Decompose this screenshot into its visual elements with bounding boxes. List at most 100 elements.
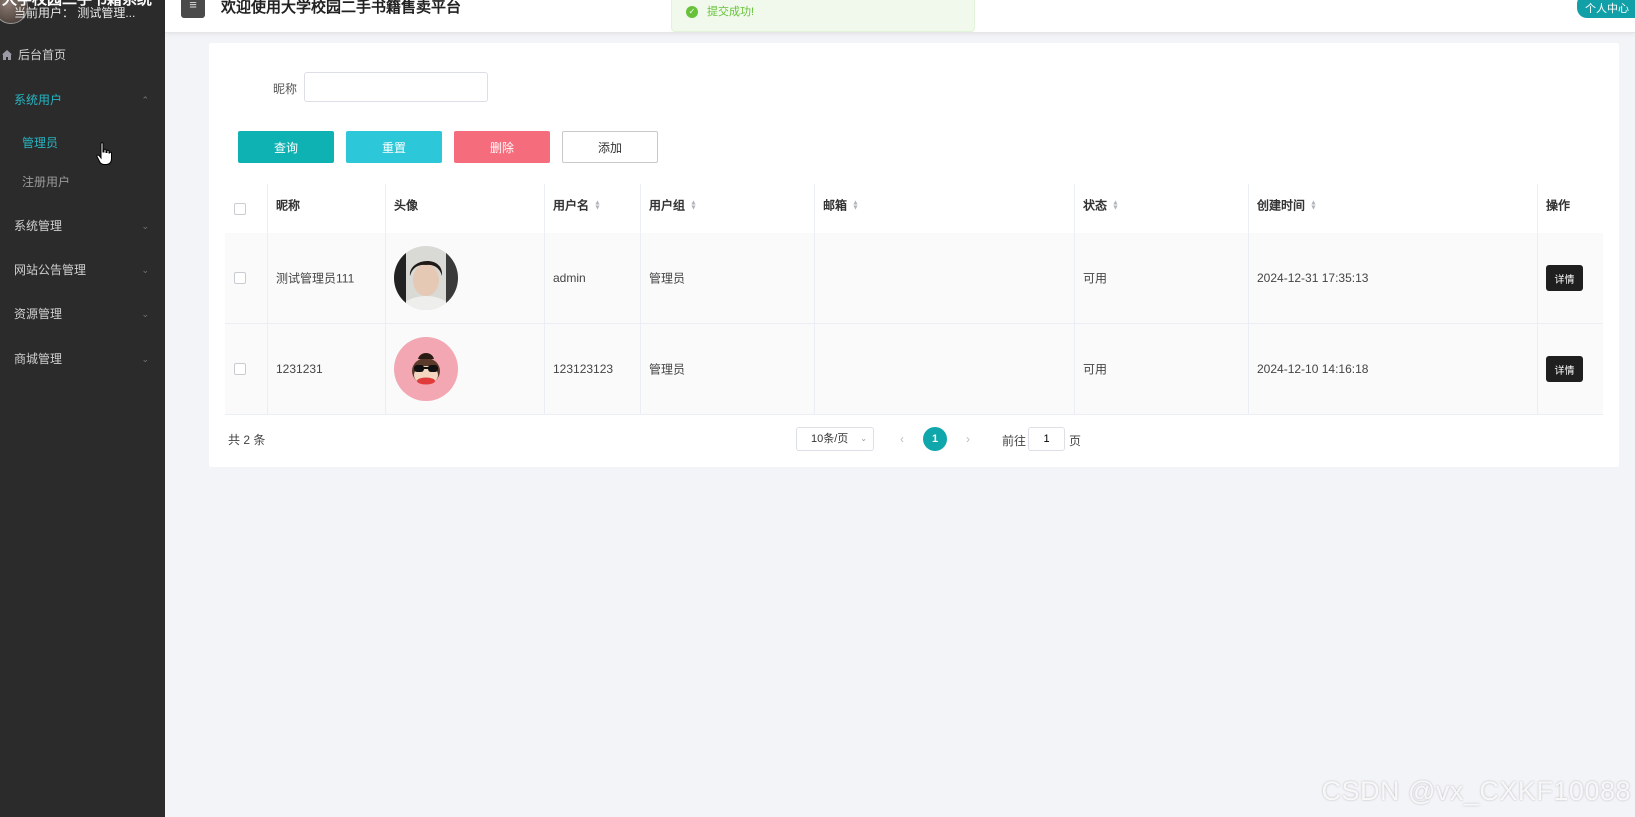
sidebar-item-mall[interactable]: 商城管理 ⌄ [0, 344, 165, 374]
page-size-select[interactable]: 10条/页 ⌄ [796, 427, 874, 451]
username-cell: admin [545, 233, 641, 323]
header-cell-select [225, 184, 268, 233]
sort-icon[interactable]: ▲ ▼ [594, 200, 601, 212]
current-user: 当前用户： 测试管理... [14, 6, 136, 20]
header-cell-nickname: 昵称 [268, 184, 386, 233]
table-row: 1231231 123123123 管理员 可用 2024-12-10 14:1… [225, 324, 1603, 415]
action-cell: 详情 [1538, 324, 1603, 414]
monkey-cartoon-icon [394, 337, 458, 401]
menu-toggle-icon[interactable]: ≡ [181, 0, 205, 18]
success-toast: ✓ 提交成功! [671, 0, 975, 32]
main-card: 昵称 查询 重置 删除 添加 昵称 头像 用户名 ▲ ▼ 用户组 ▲ ▼ 邮箱 ▲ ▼ [209, 43, 1619, 467]
person-photo-icon [394, 246, 458, 310]
sidebar-item-label: 网站公告管理 [14, 263, 87, 277]
column-header: 创建时间 [1257, 198, 1306, 213]
add-button[interactable]: 添加 [562, 131, 658, 163]
top-header: ≡ 欢迎使用大学校园二手书籍售卖平台 ✓ 提交成功! 个人中心 [165, 0, 1635, 33]
header-cell-action: 操作 [1538, 184, 1603, 233]
header-cell-group[interactable]: 用户组 ▲ ▼ [641, 184, 815, 233]
column-header-wrap: 状态 ▲ ▼ [1083, 196, 1119, 213]
status-cell: 可用 [1075, 233, 1249, 323]
hand-cursor-icon [96, 142, 112, 165]
row-select-cell [225, 324, 268, 414]
header-cell-avatar: 头像 [386, 184, 545, 233]
email-cell [815, 233, 1075, 323]
sidebar-item-label: 商城管理 [14, 352, 63, 366]
sidebar-item-label: 后台首页 [18, 48, 67, 62]
nickname-search-input[interactable] [304, 72, 488, 102]
nickname-value: 1231231 [276, 362, 323, 376]
sidebar-item-resources[interactable]: 资源管理 ⌄ [0, 299, 165, 329]
row-checkbox[interactable] [234, 363, 246, 375]
check-circle-icon: ✓ [686, 6, 698, 18]
avatar [394, 337, 458, 401]
reset-button[interactable]: 重置 [346, 131, 442, 163]
next-page-button[interactable]: › [966, 427, 970, 451]
prev-page-button[interactable]: ‹ [900, 427, 904, 451]
table-header-row: 昵称 头像 用户名 ▲ ▼ 用户组 ▲ ▼ 邮箱 ▲ ▼ 状态 ▲ ▼ 创建时间 ▲ ▼ 操作 [225, 184, 1603, 234]
group-value: 管理员 [649, 362, 686, 377]
avatar [394, 246, 458, 310]
sidebar-item-label: 系统用户 [14, 93, 63, 107]
toast-message: 提交成功! [707, 6, 755, 18]
column-header-wrap: 用户名 ▲ ▼ [553, 196, 601, 213]
header-cell-email[interactable]: 邮箱 ▲ ▼ [815, 184, 1075, 233]
column-header: 状态 [1083, 198, 1108, 213]
row-select-cell [225, 233, 268, 323]
sidebar-item-system-users[interactable]: 系统用户 ⌃ [0, 85, 165, 115]
total-count: 共 2 条 [228, 433, 266, 447]
username-value: 123123123 [553, 362, 614, 376]
sort-icon[interactable]: ▲ ▼ [1310, 200, 1317, 212]
group-cell: 管理员 [641, 324, 815, 414]
status-value: 可用 [1083, 271, 1108, 286]
column-header: 头像 [394, 198, 419, 213]
home-icon [2, 50, 12, 60]
column-header-wrap: 邮箱 ▲ ▼ [823, 196, 859, 213]
group-value: 管理员 [649, 271, 686, 286]
column-header-wrap: 用户组 ▲ ▼ [649, 196, 697, 213]
column-header: 邮箱 [823, 198, 848, 213]
row-checkbox[interactable] [234, 272, 246, 284]
created-value: 2024-12-31 17:35:13 [1257, 271, 1369, 285]
header-cell-created[interactable]: 创建时间 ▲ ▼ [1249, 184, 1538, 233]
watermark: CSDN @vx_CXKF10088 [1321, 776, 1631, 806]
username-value: admin [553, 271, 586, 285]
detail-button[interactable]: 详情 [1546, 265, 1583, 291]
sidebar-item-registered-users[interactable]: 注册用户 [0, 167, 165, 197]
sort-icon[interactable]: ▲ ▼ [690, 200, 697, 212]
status-value: 可用 [1083, 362, 1108, 377]
column-header-wrap: 创建时间 ▲ ▼ [1257, 196, 1317, 213]
avatar-cell [386, 324, 545, 414]
header-cell-status[interactable]: 状态 ▲ ▼ [1075, 184, 1249, 233]
sidebar-header: 大学校园二手书籍系统 当前用户： 测试管理... [0, 0, 165, 26]
created-value: 2024-12-10 14:16:18 [1257, 362, 1369, 376]
query-button[interactable]: 查询 [238, 131, 334, 163]
goto-page-input[interactable] [1028, 427, 1065, 451]
sort-icon[interactable]: ▲ ▼ [852, 200, 859, 212]
status-cell: 可用 [1075, 324, 1249, 414]
page-title: 欢迎使用大学校园二手书籍售卖平台 [221, 0, 462, 16]
table-row: 测试管理员111 admin 管理员 可用 2024-12-31 17:35:1… [225, 233, 1603, 324]
chevron-down-icon: ⌄ [141, 309, 149, 319]
sidebar-item-system-management[interactable]: 系统管理 ⌄ [0, 211, 165, 241]
sidebar: 大学校园二手书籍系统 当前用户： 测试管理... 后台首页 系统用户 ⌃ 管理员… [0, 0, 165, 817]
username-cell: 123123123 [545, 324, 641, 414]
profile-button[interactable]: 个人中心 [1577, 0, 1635, 18]
sort-icon[interactable]: ▲ ▼ [1112, 200, 1119, 212]
goto-label: 前往 [1002, 434, 1027, 448]
created-cell: 2024-12-31 17:35:13 [1249, 233, 1538, 323]
sidebar-item-home[interactable]: 后台首页 [0, 40, 165, 70]
current-page-button[interactable]: 1 [923, 427, 947, 451]
chevron-down-icon: ⌄ [141, 265, 149, 275]
select-all-checkbox[interactable] [234, 202, 246, 215]
sidebar-item-admin[interactable]: 管理员 [0, 128, 165, 158]
group-cell: 管理员 [641, 233, 815, 323]
delete-button[interactable]: 删除 [454, 131, 550, 163]
search-label: 昵称 [273, 82, 298, 96]
detail-button[interactable]: 详情 [1546, 356, 1583, 382]
sidebar-item-label: 注册用户 [22, 175, 71, 189]
sidebar-item-announcements[interactable]: 网站公告管理 ⌄ [0, 255, 165, 285]
header-cell-username[interactable]: 用户名 ▲ ▼ [545, 184, 641, 233]
goto-suffix: 页 [1069, 434, 1082, 448]
sidebar-item-label: 管理员 [22, 136, 59, 150]
